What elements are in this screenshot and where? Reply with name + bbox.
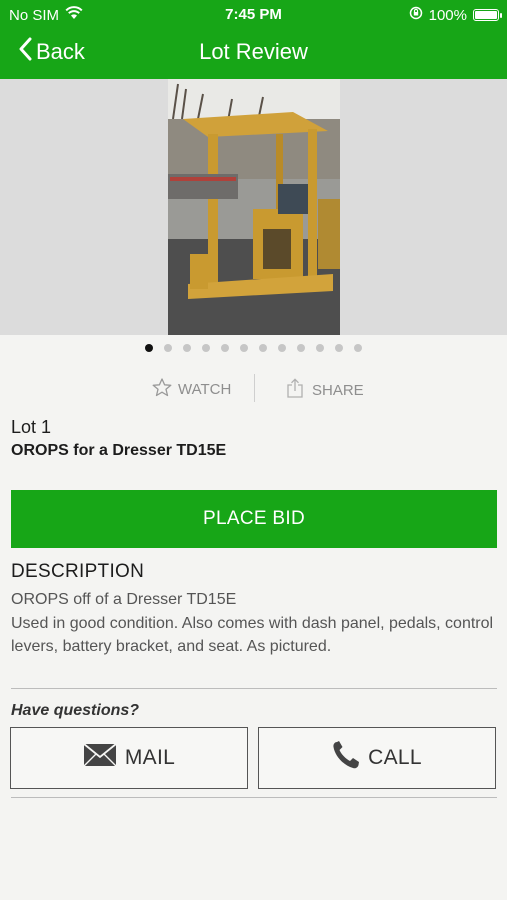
status-bar: No SIM 7:45 PM 100% xyxy=(0,0,507,28)
envelope-icon xyxy=(83,743,117,773)
battery-percent: 100% xyxy=(428,6,467,24)
divider xyxy=(11,688,497,689)
description-heading: DESCRIPTION xyxy=(11,561,145,582)
call-button[interactable]: CALL xyxy=(258,727,496,789)
questions-prompt: Have questions? xyxy=(11,702,140,719)
page-title: Lot Review xyxy=(199,39,308,64)
place-bid-button[interactable]: PLACE BID xyxy=(11,490,497,548)
photo-carousel[interactable] xyxy=(0,79,507,335)
battery-icon xyxy=(473,9,502,21)
mail-label: MAIL xyxy=(124,746,176,769)
carousel-dot[interactable] xyxy=(297,344,305,352)
carousel-dot[interactable] xyxy=(259,344,267,352)
nav-bar: Back Lot Review xyxy=(0,30,507,76)
status-right: 100% xyxy=(409,6,502,24)
mail-button[interactable]: MAIL xyxy=(10,727,248,789)
carousel-dot[interactable] xyxy=(164,344,172,352)
lot-title: OROPS for a Dresser TD15E xyxy=(11,442,227,459)
carousel-dot[interactable] xyxy=(278,344,286,352)
star-icon xyxy=(152,378,172,401)
actions-divider xyxy=(254,374,255,402)
share-icon xyxy=(286,378,304,403)
watch-button[interactable]: WATCH xyxy=(152,378,231,401)
lot-photo[interactable] xyxy=(168,79,340,335)
carousel-dot[interactable] xyxy=(316,344,324,352)
divider xyxy=(11,797,497,798)
share-button[interactable]: SHARE xyxy=(286,378,364,403)
description-text: OROPS off of a Dresser TD15E Used in goo… xyxy=(11,588,499,659)
call-label: CALL xyxy=(368,746,422,769)
carousel-dots[interactable] xyxy=(0,344,507,352)
carousel-dot[interactable] xyxy=(240,344,248,352)
top-bar: No SIM 7:45 PM 100% Back Lot Review xyxy=(0,0,507,79)
carousel-dot[interactable] xyxy=(202,344,210,352)
share-label: SHARE xyxy=(312,382,364,399)
carousel-dot[interactable] xyxy=(183,344,191,352)
carousel-dot[interactable] xyxy=(221,344,229,352)
carousel-dot[interactable] xyxy=(354,344,362,352)
lot-actions: WATCH SHARE xyxy=(0,372,507,404)
description-line-1: OROPS off of a Dresser TD15E xyxy=(11,591,237,608)
orientation-lock-icon xyxy=(409,6,423,24)
lot-number: Lot 1 xyxy=(11,417,52,437)
carousel-dot[interactable] xyxy=(335,344,343,352)
carousel-dot[interactable] xyxy=(145,344,153,352)
description-line-2: Used in good condition. Also comes with … xyxy=(11,614,494,656)
watch-label: WATCH xyxy=(178,381,232,398)
phone-icon xyxy=(332,740,360,776)
